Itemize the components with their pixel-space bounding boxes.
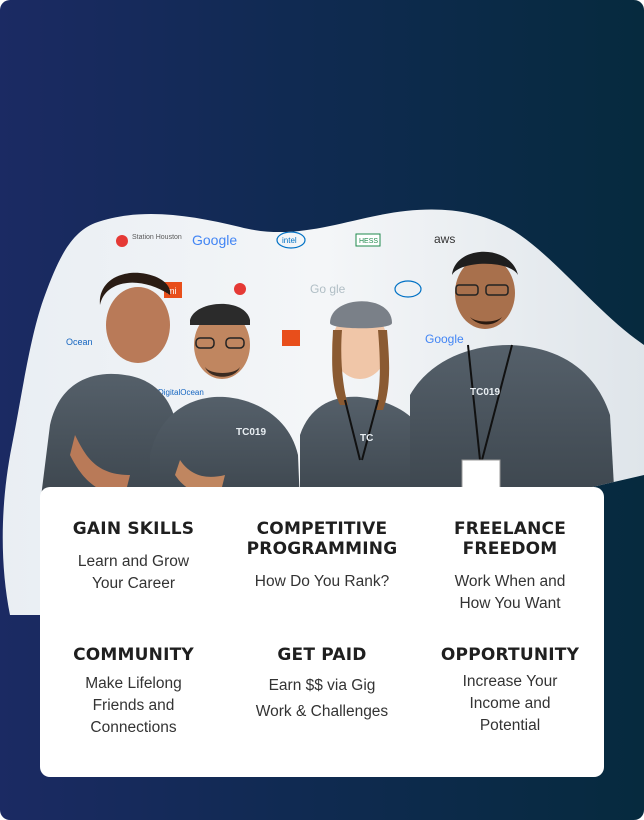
- feature-title: GET PAID: [277, 645, 367, 665]
- logo-ocean: Ocean: [66, 337, 93, 347]
- feature-get-paid: GET PAID Earn $$ via Gig Work & Challeng…: [228, 645, 416, 725]
- feature-competitive-programming: COMPETITIVE PROGRAMMING How Do You Rank?: [228, 519, 416, 593]
- feature-description: Work When and How You Want: [454, 573, 566, 612]
- logo-hess: HESS: [359, 238, 378, 245]
- feature-title: GAIN SKILLS: [72, 519, 195, 539]
- features-card: GAIN SKILLS Learn and Grow Your Career C…: [40, 487, 604, 777]
- logo-google: Google: [192, 232, 237, 248]
- feature-gain-skills: GAIN SKILLS Learn and Grow Your Career: [40, 519, 227, 595]
- feature-opportunity: OPPORTUNITY Increase Your Income and Pot…: [416, 645, 604, 737]
- logo-google-2: Google: [425, 332, 464, 346]
- svg-text:Go gle: Go gle: [310, 282, 346, 296]
- feature-title: COMMUNITY: [73, 645, 194, 665]
- feature-description: Increase Your Income and Potential: [462, 673, 558, 734]
- feature-description: Make Lifelong Friends and Connections: [85, 675, 182, 736]
- feature-freelance-freedom: FREELANCE FREEDOM Work When and How You …: [416, 519, 604, 615]
- feature-title: COMPETITIVE PROGRAMMING: [246, 519, 398, 559]
- feature-description: How Do You Rank?: [254, 573, 390, 590]
- shirt-logo: TC019: [470, 387, 500, 398]
- logo-station-houston: Station Houston: [132, 234, 182, 241]
- svg-text:TC: TC: [360, 433, 373, 444]
- feature-description: Learn and Grow Your Career: [77, 553, 190, 592]
- feature-community: COMMUNITY Make Lifelong Friends and Conn…: [40, 645, 227, 739]
- logo-digitalocean: DigitalOcean: [158, 388, 204, 397]
- feature-title: OPPORTUNITY: [440, 645, 580, 665]
- logo-intel: intel: [282, 236, 297, 245]
- feature-title: FREELANCE FREEDOM: [453, 519, 567, 559]
- svg-text:TC019: TC019: [236, 427, 266, 438]
- hero-section: Station Houston Google intel HESS aws mi…: [0, 0, 644, 820]
- logo-aws: aws: [434, 232, 455, 246]
- feature-description: Earn $$ via Gig Work & Challenges: [255, 677, 389, 720]
